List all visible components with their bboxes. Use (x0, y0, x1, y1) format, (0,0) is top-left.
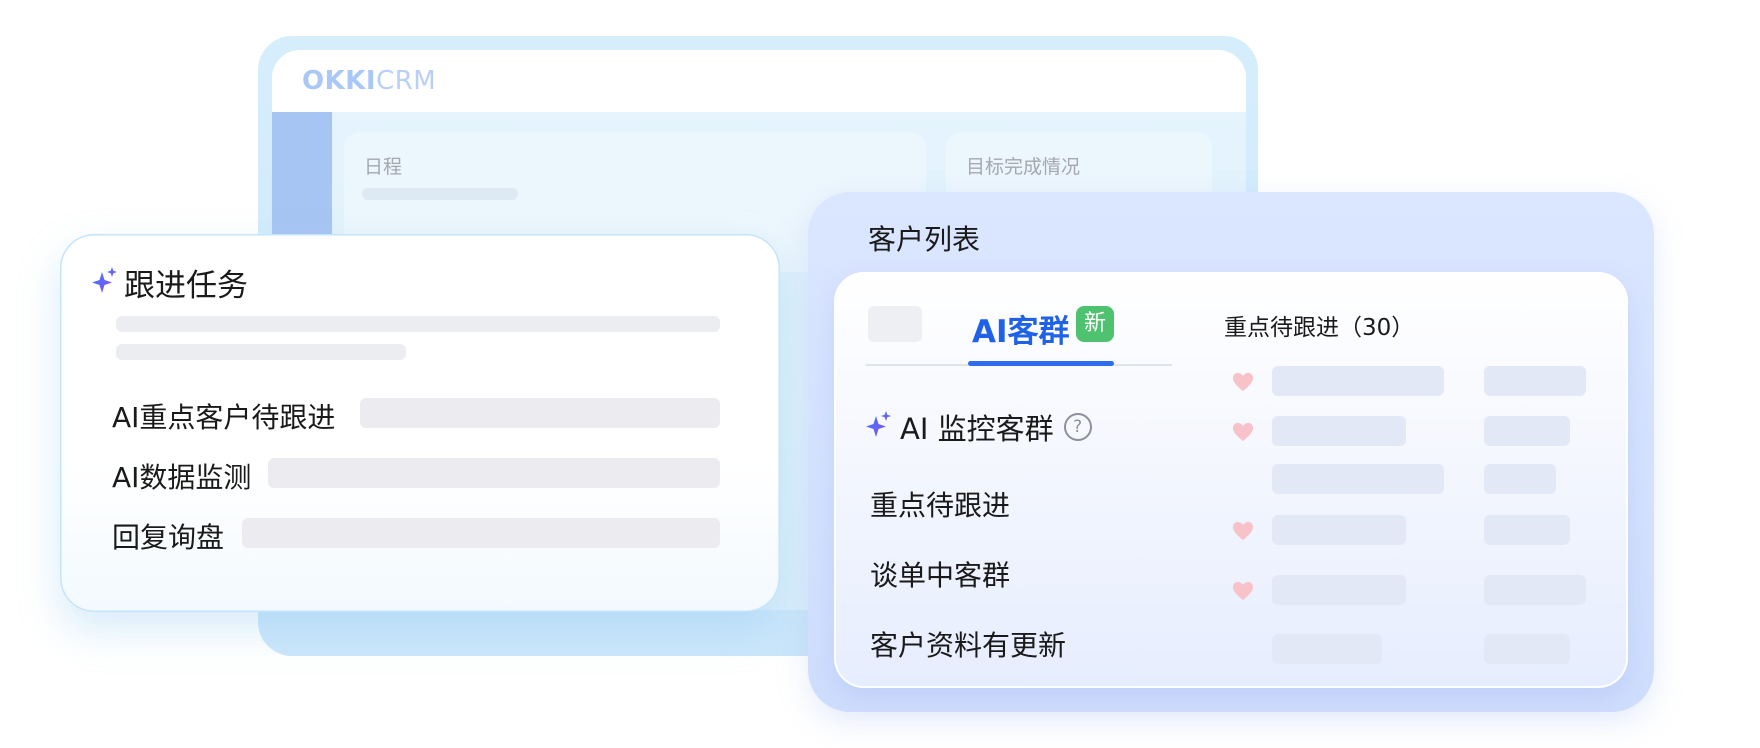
customer-meta-placeholder (1484, 575, 1586, 605)
customer-name-placeholder (1272, 464, 1444, 494)
crm-topbar: OKKICRM (272, 50, 1246, 112)
schedule-card-title: 日程 (364, 156, 403, 178)
placeholder-line (116, 316, 720, 332)
active-tab-indicator (968, 361, 1114, 366)
customer-list-heading: 客户列表 (868, 223, 981, 256)
task-title-row: 跟进任务 (92, 260, 248, 305)
customer-name-placeholder (1272, 416, 1406, 446)
customer-meta-placeholder (1484, 366, 1586, 396)
heart-icon (1232, 372, 1254, 392)
group-item-key-follow-up[interactable]: 重点待跟进 (870, 484, 1010, 524)
customer-name-placeholder (1272, 634, 1382, 664)
new-badge: 新 (1076, 306, 1114, 342)
heart-icon (1232, 422, 1254, 442)
task-item-ai-key-customer[interactable]: AI重点客户待跟进 (112, 396, 335, 436)
customer-name-placeholder (1272, 366, 1444, 396)
follow-up-task-card: 跟进任务 AI重点客户待跟进 AI数据监测 回复询盘 (60, 234, 780, 612)
customer-meta-placeholder (1484, 634, 1570, 664)
sparkle-icon (92, 266, 118, 300)
goal-card-title: 目标完成情况 (966, 156, 1081, 178)
group-item-profile-updated[interactable]: 客户资料有更新 (870, 624, 1066, 664)
tab-ai-customer-group[interactable]: AI客群 (972, 306, 1070, 351)
key-follow-up-heading: 重点待跟进（30） (1224, 315, 1415, 341)
task-item-ai-data-monitor[interactable]: AI数据监测 (112, 456, 251, 496)
task-item-reply-inquiry[interactable]: 回复询盘 (112, 516, 224, 556)
group-item-negotiating[interactable]: 谈单中客群 (870, 554, 1010, 594)
ai-monitor-group-label: AI 监控客群 (900, 412, 1054, 446)
okki-crm-logo: OKKICRM (302, 66, 437, 96)
customer-name-placeholder (1272, 575, 1406, 605)
customer-meta-placeholder (1484, 515, 1570, 545)
sparkle-icon (866, 410, 892, 444)
placeholder-line (116, 344, 406, 360)
heart-icon (1232, 521, 1254, 541)
heart-icon (1232, 581, 1254, 601)
customer-name-placeholder (1272, 515, 1406, 545)
help-icon[interactable]: ? (1063, 413, 1092, 441)
tab-placeholder[interactable] (868, 306, 922, 342)
task-item-placeholder (268, 458, 720, 488)
customer-meta-placeholder (1484, 416, 1570, 446)
task-card-title: 跟进任务 (124, 268, 248, 304)
task-item-placeholder (242, 518, 720, 548)
schedule-placeholder-line (362, 188, 518, 200)
task-item-placeholder (360, 398, 720, 428)
ai-monitor-group-row[interactable]: AI 监控客群 ? (866, 406, 1092, 448)
customer-meta-placeholder (1484, 464, 1556, 494)
